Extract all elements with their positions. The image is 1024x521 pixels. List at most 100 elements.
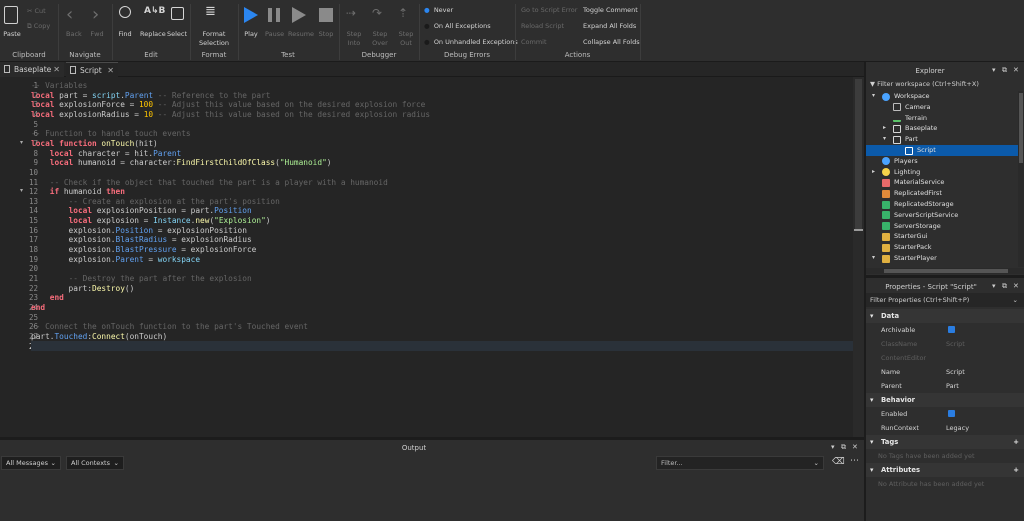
- fold-toggle-icon[interactable]: ▾: [20, 187, 23, 194]
- replace-icon[interactable]: A↳B: [144, 6, 165, 16]
- tree-item-lighting[interactable]: ▸ Lighting: [866, 167, 1019, 178]
- format-selection-button[interactable]: Format Selection: [196, 30, 232, 48]
- tree-item-starterpack[interactable]: StarterPack: [866, 242, 1019, 253]
- property-enabled[interactable]: Enabled: [866, 407, 1024, 421]
- close-icon[interactable]: ✕: [1013, 282, 1019, 290]
- expand-all-folds-button[interactable]: Expand All Folds: [583, 22, 636, 30]
- section-behavior[interactable]: ▾ Behavior: [866, 393, 1024, 407]
- add-tag-icon[interactable]: +: [1013, 435, 1019, 449]
- replace-button[interactable]: Replace: [140, 30, 166, 38]
- play-icon[interactable]: [244, 7, 258, 23]
- section-data[interactable]: ▾ Data: [866, 309, 1024, 323]
- scrollbar-thumb[interactable]: [855, 79, 862, 229]
- step-over-icon[interactable]: ↷: [372, 6, 382, 20]
- forward-arrow-icon[interactable]: ›: [92, 4, 99, 25]
- collapse-all-folds-button[interactable]: Collapse All Folds: [583, 38, 640, 46]
- undock-icon[interactable]: ⧉: [841, 443, 846, 452]
- tree-item-materialservice[interactable]: MaterialService: [866, 177, 1019, 188]
- debug-never-option[interactable]: ● Never: [424, 6, 453, 14]
- back-arrow-icon[interactable]: ‹: [66, 4, 73, 25]
- tree-item-camera[interactable]: Camera: [866, 102, 1019, 113]
- property-archivable[interactable]: Archivable: [866, 323, 1024, 337]
- tree-item-replicatedfirst[interactable]: ReplicatedFirst: [866, 188, 1019, 199]
- tree-item-serverstorage[interactable]: ServerStorage: [866, 221, 1019, 232]
- commit-button[interactable]: Commit: [521, 38, 547, 46]
- format-icon[interactable]: ≣: [205, 4, 216, 19]
- tree-item-workspace[interactable]: ▾ Workspace: [866, 91, 1019, 102]
- checkbox-checked-icon[interactable]: [948, 326, 955, 333]
- contexts-filter-dropdown[interactable]: All Contexts ⌄: [66, 456, 124, 470]
- stop-icon[interactable]: [319, 8, 333, 22]
- chevron-right-icon[interactable]: ▸: [872, 167, 875, 178]
- close-icon[interactable]: ✕: [1013, 66, 1019, 74]
- messages-filter-dropdown[interactable]: All Messages ⌄: [1, 456, 61, 470]
- tree-item-terrain[interactable]: Terrain: [866, 113, 1019, 124]
- select-button[interactable]: Select: [167, 30, 187, 38]
- debug-unhandled-option[interactable]: ● On Unhandled Exceptions: [424, 38, 518, 46]
- chevron-down-icon[interactable]: ▾: [883, 134, 886, 145]
- property-parent[interactable]: Parent Part: [866, 379, 1024, 393]
- property-name[interactable]: Name Script: [866, 365, 1024, 379]
- back-button[interactable]: Back: [66, 30, 82, 38]
- section-tags[interactable]: ▾ Tags +: [866, 435, 1024, 449]
- find-icon[interactable]: [119, 6, 131, 18]
- undock-icon[interactable]: ⧉: [1002, 66, 1007, 75]
- properties-filter-input[interactable]: Filter Properties (Ctrl+Shift+P) ⌄: [866, 293, 1024, 307]
- tab-script[interactable]: Script ✕: [66, 62, 118, 77]
- paste-icon[interactable]: [4, 6, 18, 24]
- close-icon[interactable]: ✕: [53, 62, 60, 77]
- explorer-hscrollbar[interactable]: [866, 268, 1024, 274]
- tree-item-script[interactable]: Script: [866, 145, 1019, 156]
- goto-script-error-button[interactable]: Go to Script Error: [521, 6, 577, 14]
- step-out-button[interactable]: Step Out: [396, 30, 416, 48]
- find-button[interactable]: Find: [117, 30, 133, 38]
- cut-button[interactable]: ✂ Cut: [27, 7, 46, 15]
- pause-icon[interactable]: [268, 8, 280, 22]
- explorer-scrollbar[interactable]: [1018, 91, 1024, 267]
- reload-script-button[interactable]: Reload Script: [521, 22, 564, 30]
- close-icon[interactable]: ✕: [852, 443, 858, 451]
- play-button[interactable]: Play: [242, 30, 260, 38]
- pause-button[interactable]: Pause: [265, 30, 284, 38]
- scrollbar-thumb[interactable]: [1019, 93, 1023, 163]
- step-into-button[interactable]: Step Into: [344, 30, 364, 48]
- copy-button[interactable]: ⧉ Copy: [27, 22, 50, 31]
- stop-button[interactable]: Stop: [316, 30, 336, 38]
- resume-icon[interactable]: [292, 7, 306, 23]
- tree-item-starterplayer[interactable]: ▾ StarterPlayer: [866, 253, 1019, 264]
- chevron-down-icon[interactable]: ▾: [872, 253, 875, 264]
- dock-arrow-icon[interactable]: ▾: [992, 282, 996, 290]
- tree-item-part[interactable]: ▾ Part: [866, 134, 1019, 145]
- tab-baseplate[interactable]: Baseplate ✕: [0, 62, 64, 77]
- script-editor[interactable]: 1 2 3 4 5 6 7 8 9 10 11 12 13 14 15 16 17 18 19 20 21 22 23 24 2…: [0, 77, 864, 437]
- chevron-down-icon[interactable]: ▾: [872, 91, 875, 102]
- step-over-button[interactable]: Step Over: [370, 30, 390, 48]
- tree-item-replicatedstorage[interactable]: ReplicatedStorage: [866, 199, 1019, 210]
- toggle-comment-button[interactable]: Toggle Comment: [583, 6, 638, 14]
- select-icon[interactable]: [171, 7, 184, 20]
- undock-icon[interactable]: ⧉: [1002, 282, 1007, 291]
- tree-item-players[interactable]: Players: [866, 156, 1019, 167]
- debug-all-exceptions-option[interactable]: ● On All Exceptions: [424, 22, 491, 30]
- editor-vertical-scrollbar[interactable]: [853, 77, 864, 437]
- paste-button[interactable]: Paste: [2, 30, 22, 38]
- scrollbar-thumb[interactable]: [884, 269, 1008, 273]
- step-out-icon[interactable]: ⇡: [398, 6, 408, 20]
- checkbox-checked-icon[interactable]: [948, 410, 955, 417]
- dock-arrow-icon[interactable]: ▾: [831, 443, 835, 451]
- property-runcontext[interactable]: RunContext Legacy: [866, 421, 1024, 435]
- output-menu-icon[interactable]: ⋯: [850, 456, 859, 466]
- chevron-down-icon[interactable]: ⌄: [1013, 293, 1018, 307]
- add-attribute-icon[interactable]: +: [1013, 463, 1019, 477]
- tree-item-serverscriptservice[interactable]: ServerScriptService: [866, 210, 1019, 221]
- resume-button[interactable]: Resume: [288, 30, 314, 38]
- output-filter-input[interactable]: Filter... ⌄: [656, 456, 824, 470]
- explorer-filter-input[interactable]: ▼ Filter workspace (Ctrl+Shift+X): [866, 78, 1024, 90]
- dock-arrow-icon[interactable]: ▾: [992, 66, 996, 74]
- close-icon[interactable]: ✕: [107, 63, 114, 78]
- tree-item-baseplate[interactable]: ▸ Baseplate: [866, 123, 1019, 134]
- clear-output-icon[interactable]: ⌫: [832, 457, 845, 467]
- chevron-right-icon[interactable]: ▸: [883, 123, 886, 134]
- section-attributes[interactable]: ▾ Attributes +: [866, 463, 1024, 477]
- forward-button[interactable]: Fwd: [90, 30, 104, 38]
